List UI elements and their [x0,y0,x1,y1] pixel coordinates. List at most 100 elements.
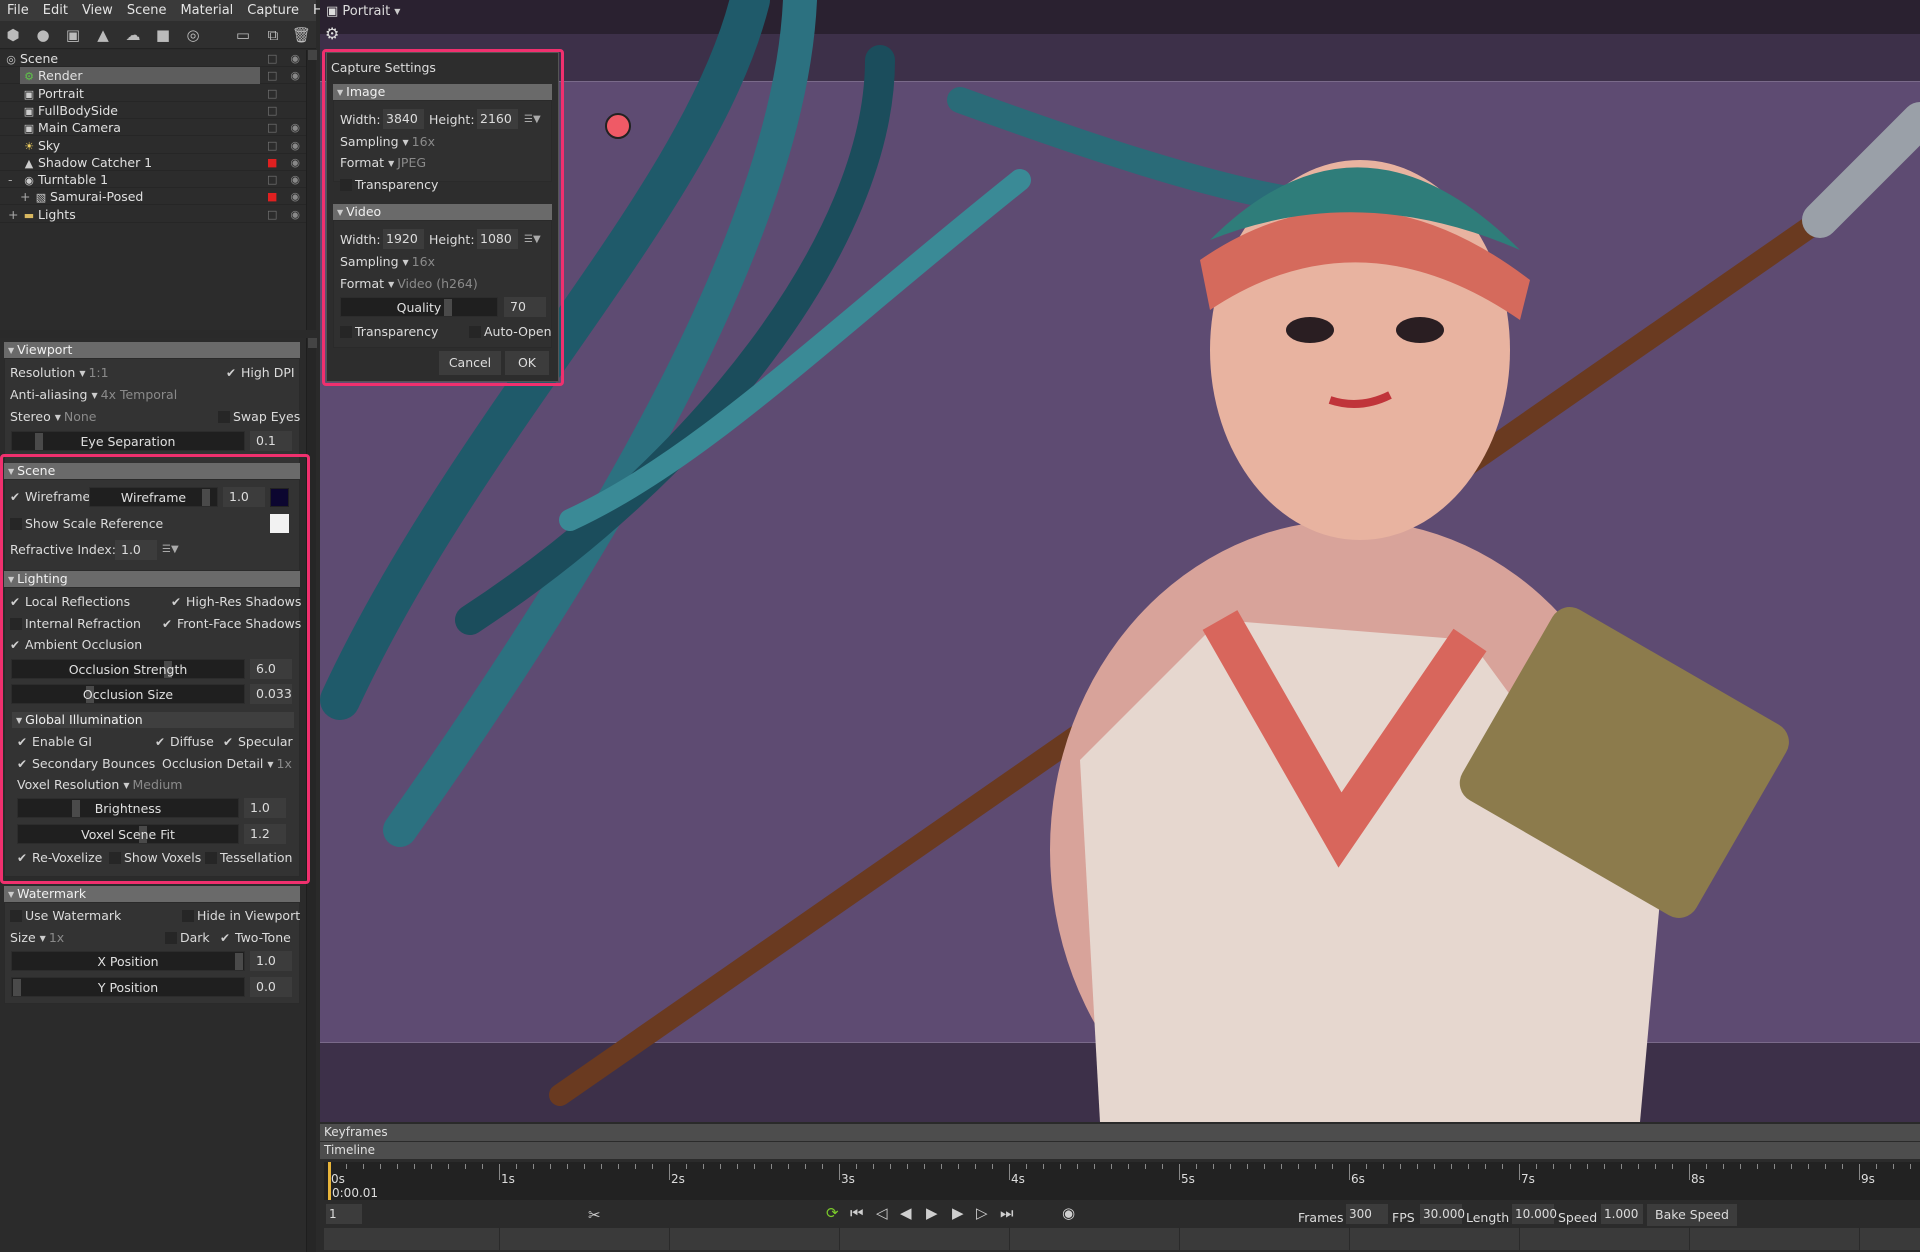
key-icon[interactable]: ◉ [1062,1204,1075,1222]
checkbox[interactable] [10,593,22,611]
tessellation-checkbox[interactable]: Tessellation [205,849,292,867]
wireframe-color-swatch[interactable] [270,488,289,507]
add-ground-icon[interactable]: ■ [154,26,172,44]
eye-separation-value[interactable]: 0.1 [250,431,292,451]
front-face-shadows-checkbox[interactable]: Front-Face Shadows [162,615,301,633]
eye-icon[interactable]: ◉ [290,206,300,223]
anti-aliasing-dropdown[interactable]: Anti-aliasing ▼ 4x Temporal [10,386,177,404]
checkbox[interactable] [17,733,29,751]
timeline-header[interactable]: Timeline [320,1142,1920,1159]
video-sampling-dropdown[interactable]: Sampling ▼ 16x [340,253,435,271]
eye-icon[interactable]: ◉ [290,188,300,205]
watermark-section-header[interactable]: ▼ Watermark [4,886,300,902]
checkbox[interactable] [10,910,22,922]
menu-scene[interactable]: Scene [120,0,174,21]
brightness-slider[interactable]: Brightness [17,798,239,818]
quality-value[interactable]: 70 [504,297,546,317]
video-preset-dropdown-icon[interactable]: ☰▼ [524,234,541,245]
wireframe-slider[interactable]: Wireframe [89,487,218,507]
checkbox[interactable] [340,179,352,191]
skip-to-start-icon[interactable]: ⏮ [850,1204,864,1222]
enable-gi-checkbox[interactable]: Enable GI [17,733,92,751]
collapse-icon[interactable]: - [8,171,13,188]
keyframe-track[interactable] [324,1228,1920,1250]
eye-icon[interactable]: ◉ [290,119,300,136]
fps-input[interactable]: 30.000 [1420,1204,1465,1224]
checkbox[interactable] [109,852,121,864]
step-forward-icon[interactable]: ▶ [952,1204,964,1222]
checkbox[interactable] [171,593,183,611]
voxel-scene-fit-value[interactable]: 1.2 [244,824,286,844]
quality-slider[interactable]: Quality [340,297,498,317]
image-height-input[interactable]: 2160 [477,109,518,129]
tree-item-label-box[interactable]: ▣ Main Camera [20,119,260,136]
video-section-header[interactable]: ▼ Video [333,204,552,220]
local-reflections-checkbox[interactable]: Local Reflections [10,593,130,611]
eye-icon[interactable]: ◉ [290,137,300,154]
menu-edit[interactable]: Edit [36,0,75,21]
add-shadow-catcher-icon[interactable]: ▲ [94,26,112,44]
high-dpi-checkbox[interactable]: High DPI [226,364,295,382]
hide-in-viewport-checkbox[interactable]: Hide in Viewport [182,907,300,925]
lighting-section-header[interactable]: ▼ Lighting [4,571,300,587]
ambient-occlusion-checkbox[interactable]: Ambient Occlusion [10,636,142,654]
duplicate-icon[interactable]: ⧉ [264,26,282,44]
scale-reference-color-swatch[interactable] [270,514,289,533]
scissors-icon[interactable]: ✂ [588,1206,601,1224]
video-transparency-checkbox[interactable]: Transparency [340,323,438,341]
checkbox[interactable] [340,326,352,338]
wireframe-checkbox[interactable]: Wireframe [10,488,90,506]
expand-icon[interactable]: + [8,206,18,223]
step-back-icon[interactable]: ◀ [900,1204,912,1222]
tree-item-label-box[interactable]: ▣ FullBodySide [20,102,260,119]
use-watermark-checkbox[interactable]: Use Watermark [10,907,121,925]
specular-checkbox[interactable]: Specular [223,733,293,751]
lock-open-icon[interactable]: □ [267,67,279,84]
loop-icon[interactable]: ⟳ [826,1204,839,1222]
occlusion-detail-dropdown[interactable]: Occlusion Detail ▼ 1x [162,755,292,773]
lock-open-icon[interactable]: □ [267,119,279,136]
playhead[interactable] [328,1162,331,1200]
auto-open-checkbox[interactable]: Auto-Open [469,323,552,341]
lock-closed-icon[interactable]: ■ [267,188,279,205]
tree-item[interactable]: ▣ Main Camera □ ◉ [0,119,306,137]
properties-scrollbar[interactable] [306,338,317,1252]
image-sampling-dropdown[interactable]: Sampling ▼ 16x [340,133,435,151]
show-scale-reference-checkbox[interactable]: Show Scale Reference [10,515,163,533]
x-position-slider[interactable]: X Position [11,951,245,971]
checkbox[interactable] [223,733,235,751]
slider-handle[interactable] [235,953,243,970]
trash-icon[interactable]: 🗑 [292,26,311,44]
y-position-value[interactable]: 0.0 [250,977,292,997]
slider-handle[interactable] [35,433,44,450]
image-preset-dropdown-icon[interactable]: ☰▼ [524,114,541,125]
viewport[interactable]: ▣ Portrait ▼ ⚙ [320,0,1920,1122]
viewport-section-header[interactable]: ▼ Viewport [4,342,300,358]
list-dropdown-icon[interactable]: ☰▼ [162,544,179,555]
image-transparency-checkbox[interactable]: Transparency [340,176,438,194]
menu-capture[interactable]: Capture [240,0,306,21]
ok-button[interactable]: OK [505,351,549,375]
secondary-bounces-checkbox[interactable]: Secondary Bounces [17,755,155,773]
tree-item-label-box[interactable]: -◎Scene [2,50,260,67]
checkbox[interactable] [10,518,22,530]
time-ruler[interactable]: 0s 1s 2s 3s 4s 5s 6s 7s 8s 9s [324,1162,1920,1200]
image-section-header[interactable]: ▼ Image [333,84,552,100]
add-sky-icon[interactable]: ☁ [124,26,142,44]
checkbox[interactable] [10,488,22,506]
tree-item[interactable]: ⚙ Render □ ◉ [0,67,306,85]
tree-item-label-box[interactable]: ▣ Portrait [20,85,260,102]
image-format-dropdown[interactable]: Format ▼ JPEG [340,154,426,172]
play-icon[interactable]: ▶ [926,1204,938,1222]
occlusion-strength-value[interactable]: 6.0 [250,659,292,679]
length-input[interactable]: 10.000 [1512,1204,1557,1224]
tree-item-label-box[interactable]: + ▧ Samurai-Posed [20,188,260,205]
add-object-icon[interactable]: ⬢ [4,26,22,44]
tree-item[interactable]: -◎Scene□◉ [0,50,306,67]
bake-speed-button[interactable]: Bake Speed [1647,1204,1737,1226]
menu-material[interactable]: Material [173,0,240,21]
expand-icon[interactable]: + [20,188,30,205]
tree-item[interactable]: + ▬ Lights □ ◉ [0,206,306,223]
tree-item[interactable]: ☀ Sky □ ◉ [0,137,306,154]
lock-open-icon[interactable]: □ [267,171,279,188]
